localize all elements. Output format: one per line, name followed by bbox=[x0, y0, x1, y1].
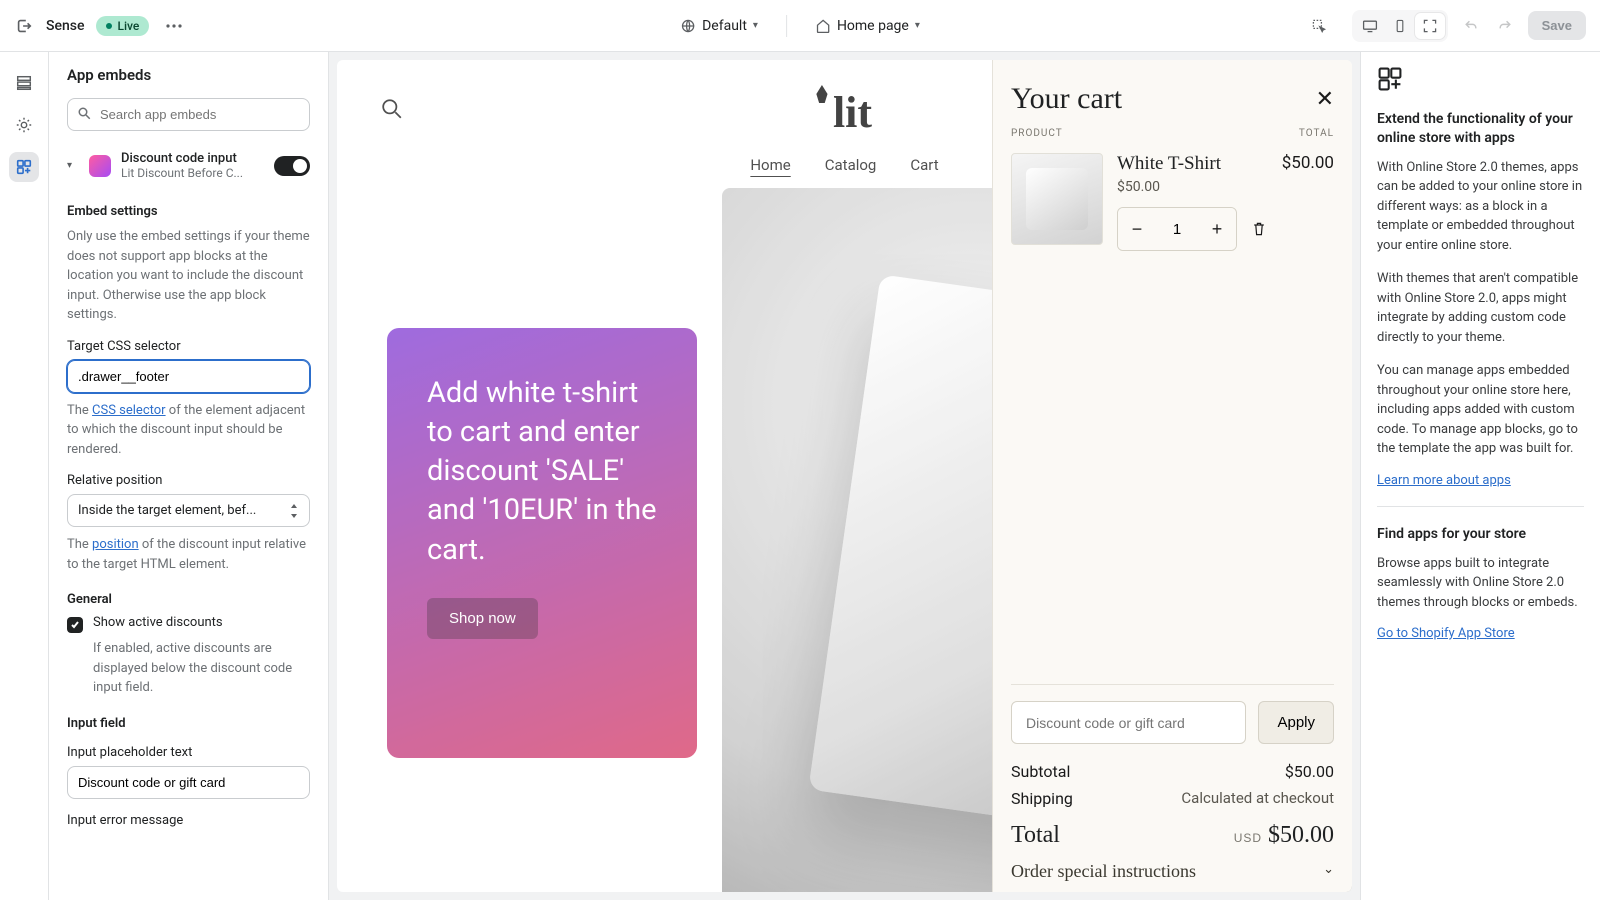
chevron-down-icon[interactable]: ⌄ bbox=[1323, 861, 1334, 882]
chevron-down-icon[interactable]: ▾ bbox=[67, 160, 79, 171]
discount-input[interactable] bbox=[1011, 701, 1246, 744]
live-badge: Live bbox=[96, 16, 149, 36]
col-total: TOTAL bbox=[1299, 128, 1334, 139]
cart-item-line-total: $50.00 bbox=[1282, 153, 1334, 179]
save-button[interactable]: Save bbox=[1528, 11, 1586, 40]
position-link[interactable]: position bbox=[92, 537, 139, 552]
desktop-view-button[interactable] bbox=[1355, 13, 1385, 39]
theme-name: Sense bbox=[46, 18, 84, 34]
extend-p3: You can manage apps embedded throughout … bbox=[1377, 361, 1584, 459]
help-embed-settings: Only use the embed settings if your them… bbox=[67, 227, 310, 325]
globe-icon bbox=[680, 18, 696, 34]
help-show-active: If enabled, active discounts are display… bbox=[93, 639, 310, 698]
show-active-checkbox[interactable] bbox=[67, 617, 83, 633]
app-blocks-icon bbox=[1377, 66, 1405, 94]
quantity-stepper: − + bbox=[1117, 207, 1237, 251]
subtotal-value: $50.00 bbox=[1285, 762, 1334, 781]
topbar: Sense Live Default ▾ Home page ▾ Save bbox=[0, 0, 1600, 52]
cart-item: White T-Shirt $50.00 $50.00 − + bbox=[1011, 153, 1334, 251]
settings-panel: App embeds ▾ Discount code input Lit Dis… bbox=[49, 52, 329, 900]
embed-item[interactable]: ▾ Discount code input Lit Discount Befor… bbox=[61, 145, 316, 186]
info-panel: Extend the functionality of your online … bbox=[1360, 52, 1600, 900]
cart-drawer: Your cart ✕ PRODUCT TOTAL White T-Shirt … bbox=[992, 60, 1352, 892]
nav-cart[interactable]: Cart bbox=[910, 156, 938, 174]
apply-button[interactable]: Apply bbox=[1258, 701, 1334, 744]
cart-item-image bbox=[1011, 153, 1103, 245]
relative-position-select[interactable]: Inside the target element, bef... bbox=[67, 494, 310, 527]
find-apps-title: Find apps for your store bbox=[1377, 525, 1584, 544]
total-label: Total bbox=[1011, 822, 1060, 849]
inspector-button[interactable] bbox=[1304, 13, 1334, 39]
store-preview[interactable]: lit Home Catalog Cart Add white t-shirt … bbox=[337, 60, 1352, 892]
cart-item-title: White T-Shirt bbox=[1117, 153, 1221, 175]
exit-editor-button[interactable] bbox=[14, 16, 34, 36]
extend-title: Extend the functionality of your online … bbox=[1377, 110, 1584, 148]
rail-app-embeds-button[interactable] bbox=[9, 152, 39, 182]
hero-card: Add white t-shirt to cart and enter disc… bbox=[387, 328, 697, 758]
show-active-label: Show active discounts bbox=[93, 615, 223, 630]
undo-button[interactable] bbox=[1460, 15, 1482, 37]
shipping-label: Shipping bbox=[1011, 789, 1073, 808]
css-selector-link[interactable]: CSS selector bbox=[92, 403, 166, 418]
home-icon bbox=[815, 18, 831, 34]
app-icon bbox=[89, 155, 111, 177]
total-currency: USD bbox=[1234, 831, 1262, 845]
section-embed-settings: Embed settings bbox=[67, 204, 310, 219]
select-chevron-icon bbox=[289, 504, 299, 518]
help-position: The position of the discount input relat… bbox=[67, 535, 310, 574]
context-dropdown[interactable]: Default ▾ bbox=[680, 18, 758, 34]
embed-title: Discount code input bbox=[121, 151, 264, 166]
qty-increment-button[interactable]: + bbox=[1198, 208, 1236, 250]
preview-canvas: lit Home Catalog Cart Add white t-shirt … bbox=[329, 52, 1360, 900]
page-dropdown[interactable]: Home page ▾ bbox=[815, 18, 920, 34]
search-field[interactable] bbox=[67, 98, 310, 131]
total-value: $50.00 bbox=[1268, 822, 1334, 848]
nav-catalog[interactable]: Catalog bbox=[825, 156, 877, 174]
extend-p2: With themes that aren't compatible with … bbox=[1377, 269, 1584, 347]
label-placeholder-text: Input placeholder text bbox=[67, 745, 310, 760]
left-rail bbox=[0, 52, 49, 900]
qty-input[interactable] bbox=[1156, 208, 1198, 250]
placeholder-text-input[interactable] bbox=[67, 766, 310, 799]
section-general: General bbox=[67, 592, 310, 607]
more-menu-button[interactable] bbox=[161, 13, 187, 39]
section-input-field: Input field bbox=[67, 716, 310, 731]
fullscreen-view-button[interactable] bbox=[1415, 13, 1445, 39]
rail-sections-button[interactable] bbox=[9, 68, 39, 98]
col-product: PRODUCT bbox=[1011, 128, 1063, 139]
shipping-value: Calculated at checkout bbox=[1181, 789, 1334, 808]
search-input[interactable] bbox=[67, 98, 310, 131]
cart-item-price: $50.00 bbox=[1117, 179, 1334, 195]
flame-icon bbox=[815, 85, 829, 103]
learn-more-link[interactable]: Learn more about apps bbox=[1377, 473, 1511, 488]
cart-title: Your cart bbox=[1011, 82, 1122, 116]
embed-toggle[interactable] bbox=[274, 156, 310, 176]
chevron-down-icon: ▾ bbox=[915, 20, 920, 31]
label-relative-position: Relative position bbox=[67, 473, 310, 488]
remove-item-button[interactable] bbox=[1251, 220, 1267, 238]
help-css-selector: The CSS selector of the element adjacent… bbox=[67, 401, 310, 460]
redo-button[interactable] bbox=[1494, 15, 1516, 37]
extend-p1: With Online Store 2.0 themes, apps can b… bbox=[1377, 158, 1584, 256]
chevron-down-icon: ▾ bbox=[753, 20, 758, 31]
close-cart-button[interactable]: ✕ bbox=[1316, 87, 1334, 112]
hero-text: Add white t-shirt to cart and enter disc… bbox=[427, 374, 657, 570]
mobile-view-button[interactable] bbox=[1385, 13, 1415, 39]
embed-subtitle: Lit Discount Before C... bbox=[121, 166, 264, 180]
search-icon bbox=[77, 106, 92, 121]
find-apps-p: Browse apps built to integrate seamlessl… bbox=[1377, 554, 1584, 613]
qty-decrement-button[interactable]: − bbox=[1118, 208, 1156, 250]
store-logo: lit bbox=[817, 87, 872, 138]
rail-settings-button[interactable] bbox=[9, 110, 39, 140]
order-special-label[interactable]: Order special instructions bbox=[1011, 861, 1196, 882]
label-target-selector: Target CSS selector bbox=[67, 339, 310, 354]
shop-now-button[interactable]: Shop now bbox=[427, 598, 538, 639]
target-selector-input[interactable] bbox=[67, 360, 310, 393]
store-search-icon[interactable] bbox=[381, 98, 403, 120]
panel-title: App embeds bbox=[49, 52, 328, 98]
subtotal-label: Subtotal bbox=[1011, 762, 1070, 781]
nav-home[interactable]: Home bbox=[750, 156, 790, 174]
label-error-message: Input error message bbox=[67, 813, 310, 828]
app-store-link[interactable]: Go to Shopify App Store bbox=[1377, 626, 1515, 641]
